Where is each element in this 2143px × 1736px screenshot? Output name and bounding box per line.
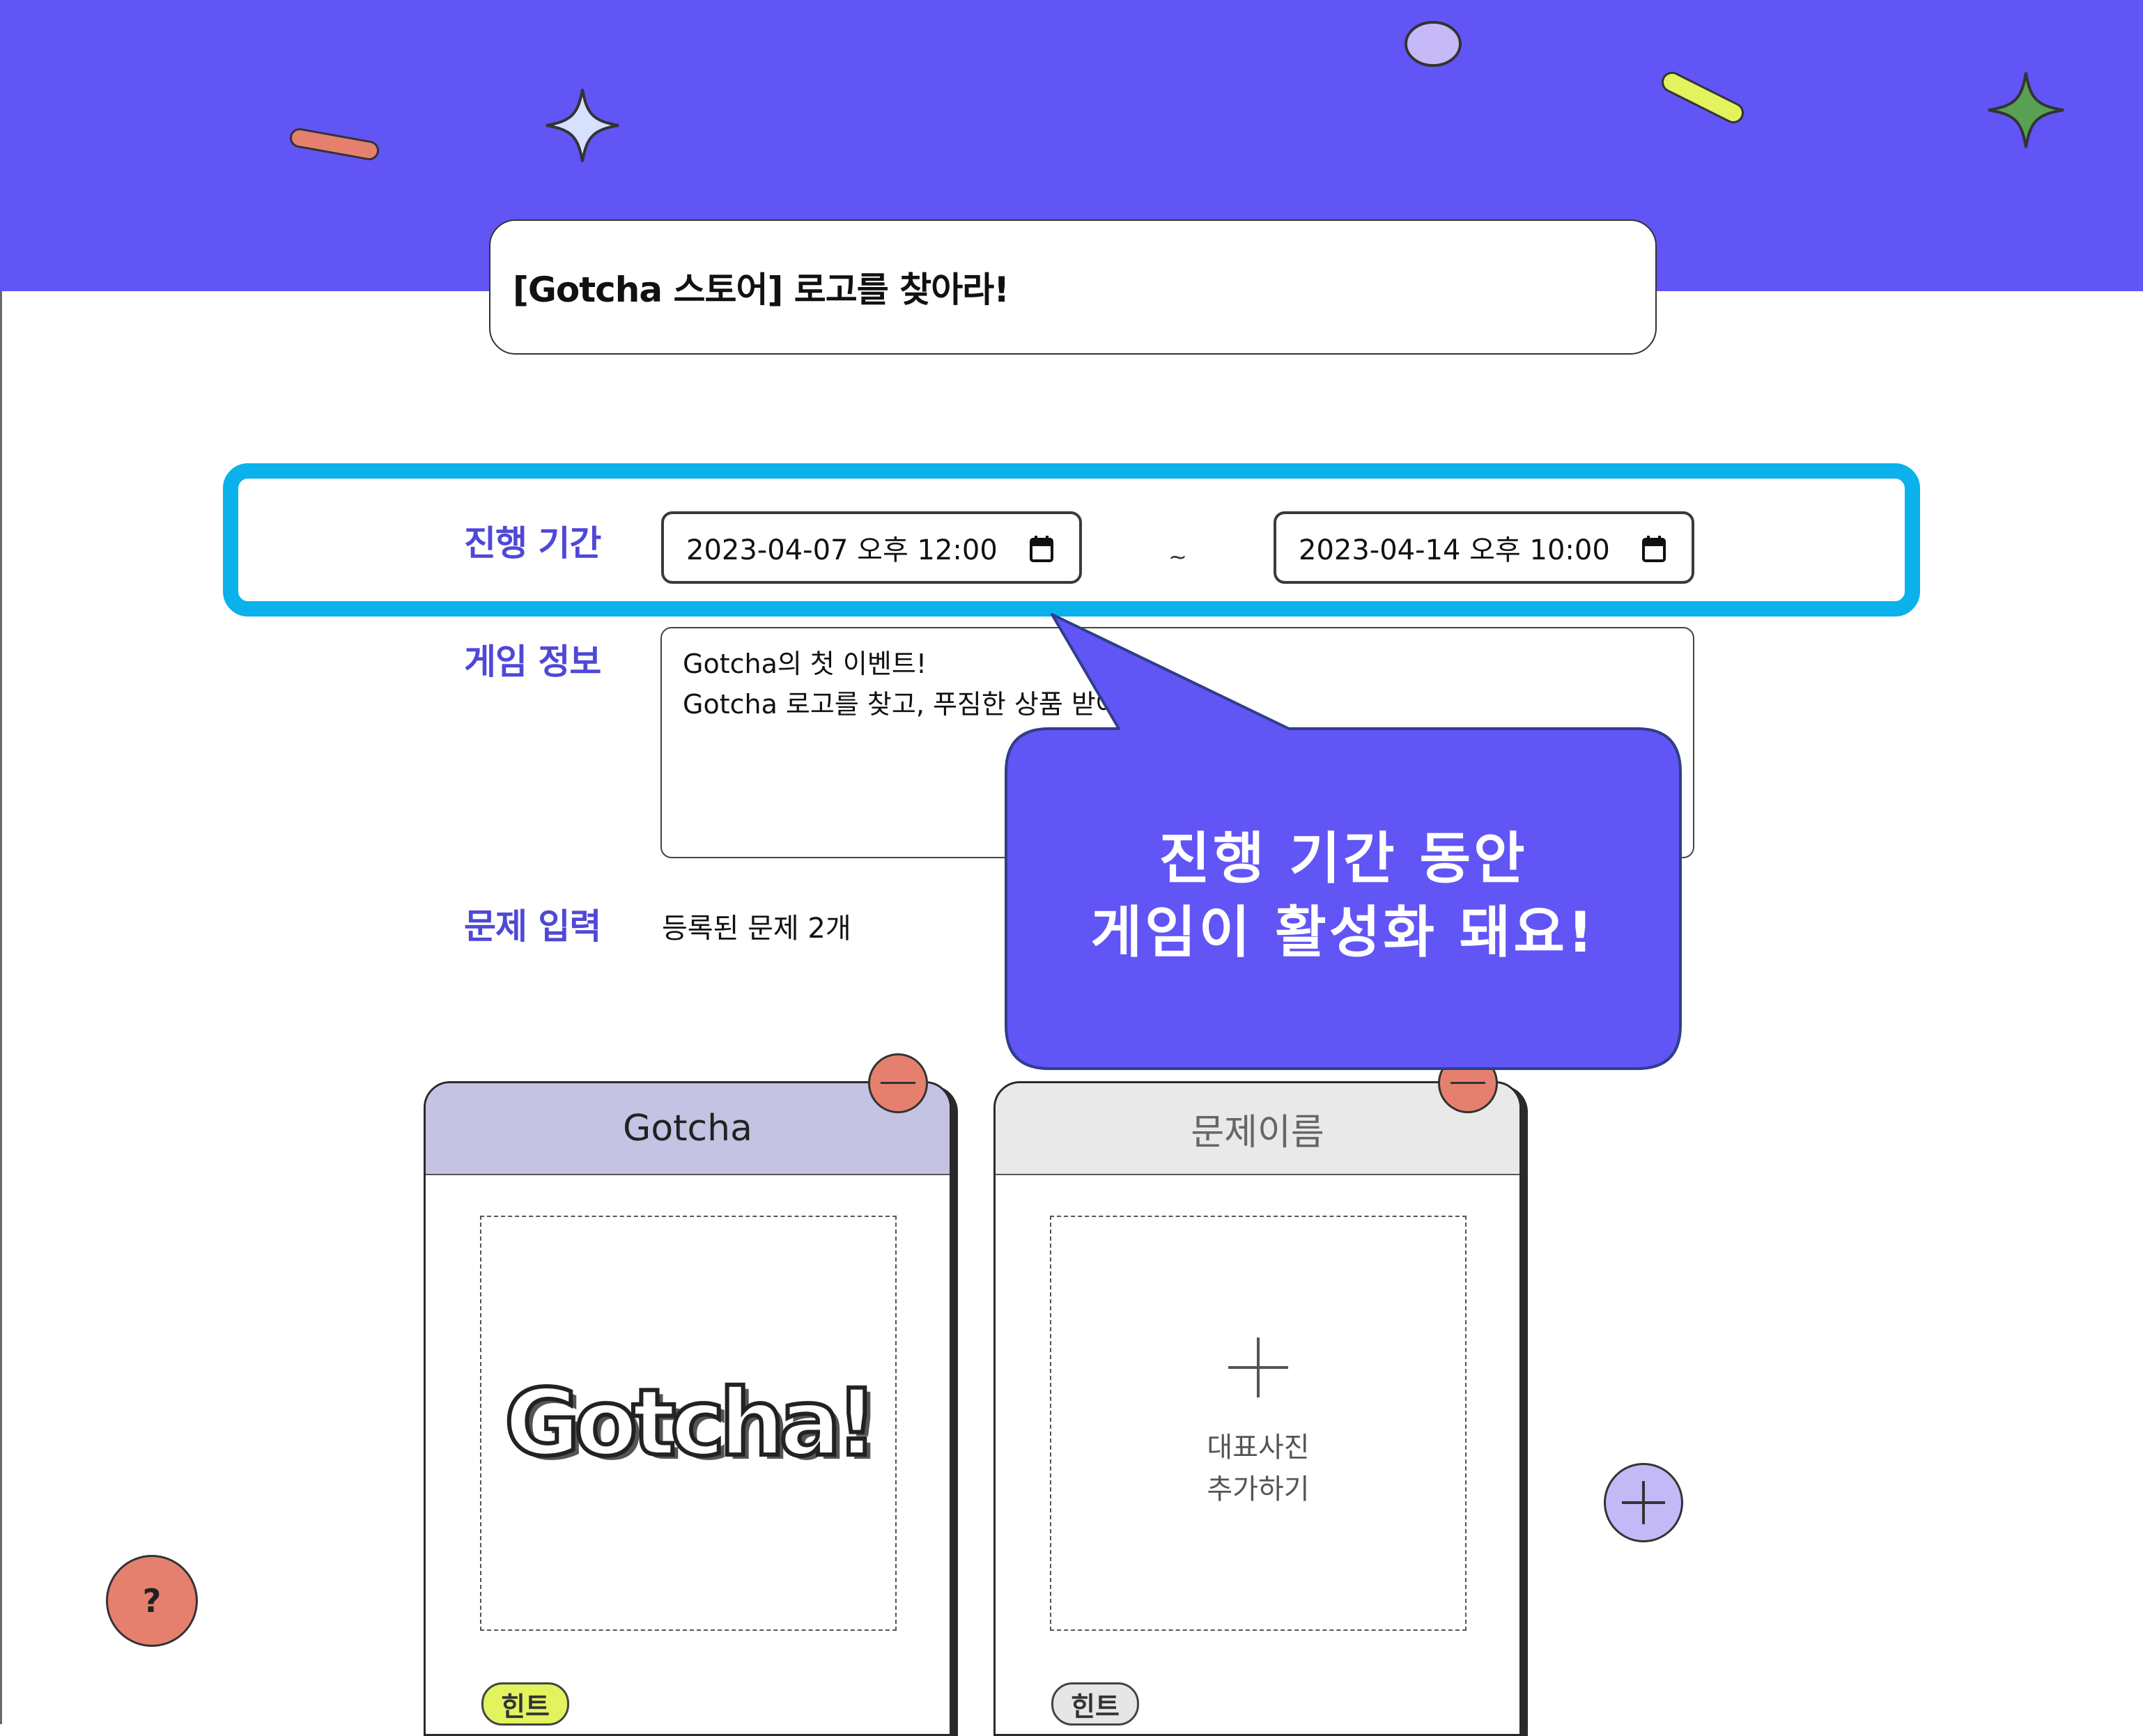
problems-label: 문제 입력 xyxy=(464,906,601,947)
gotcha-logo-image: Gotcha! xyxy=(502,1367,880,1479)
period-separator: ~ xyxy=(1168,543,1187,570)
start-date-value: 2023-04-07 오후 12:00 xyxy=(686,534,998,566)
game-title-field[interactable]: [Gotcha 스토어] 로고를 찾아라! xyxy=(489,219,1657,355)
add-photo-area[interactable]: 대표사진 추가하기 xyxy=(1050,1216,1467,1631)
problem-name: Gotcha xyxy=(623,1108,752,1149)
info-label: 게임 정보 xyxy=(464,642,601,682)
problem-card[interactable]: Gotcha Gotcha! 힌트 xyxy=(424,1081,952,1736)
problem-count: 등록된 문제 2개 xyxy=(662,913,851,945)
minus-icon xyxy=(1450,1082,1485,1084)
info-line: Gotcha 로고를 찾고, 푸짐한 상품 받아 xyxy=(683,689,1120,720)
problem-image[interactable]: Gotcha! xyxy=(480,1216,897,1631)
decoration-sparkle-icon xyxy=(1988,72,2064,148)
end-date-input[interactable]: 2023-04-14 오후 10:00 xyxy=(1274,511,1694,584)
add-problem-button[interactable] xyxy=(1604,1463,1683,1542)
add-photo-label: 대표사진 xyxy=(1207,1432,1310,1464)
tooltip-line: 진행 기간 동안 xyxy=(1159,826,1528,891)
info-line: Gotcha의 첫 이벤트! xyxy=(683,649,927,679)
decoration-oval-icon xyxy=(1405,21,1462,67)
plus-icon xyxy=(1622,1481,1665,1524)
add-photo-label: 추가하기 xyxy=(1207,1473,1310,1505)
hint-button[interactable]: 힌트 xyxy=(1051,1682,1139,1726)
start-date-input[interactable]: 2023-04-07 오후 12:00 xyxy=(661,511,1082,584)
tooltip-line: 게임이 활성화 돼요! xyxy=(1090,900,1596,965)
calendar-icon[interactable] xyxy=(1641,535,1666,563)
decoration-pill-icon xyxy=(290,128,379,160)
decoration-pill-icon xyxy=(1662,72,1744,123)
remove-problem-button[interactable] xyxy=(868,1053,928,1113)
left-border xyxy=(0,291,2,1724)
help-button[interactable]: ? xyxy=(106,1555,198,1647)
plus-icon xyxy=(1228,1338,1288,1397)
calendar-icon[interactable] xyxy=(1029,535,1054,563)
tooltip-text: 진행 기간 동안 게임이 활성화 돼요! xyxy=(1006,822,1680,970)
decoration-sparkle-icon xyxy=(546,88,619,162)
problem-name: 문제이름 xyxy=(1191,1111,1324,1154)
remove-problem-button[interactable] xyxy=(1438,1053,1498,1113)
end-date-value: 2023-04-14 오후 10:00 xyxy=(1299,534,1610,566)
game-title: [Gotcha 스토어] 로고를 찾아라! xyxy=(513,270,1009,310)
hint-button[interactable]: 힌트 xyxy=(481,1682,569,1726)
minus-icon xyxy=(881,1082,915,1084)
period-label: 진행 기간 xyxy=(464,523,601,564)
problem-card[interactable]: 문제이름 대표사진 추가하기 힌트 xyxy=(993,1081,1522,1736)
